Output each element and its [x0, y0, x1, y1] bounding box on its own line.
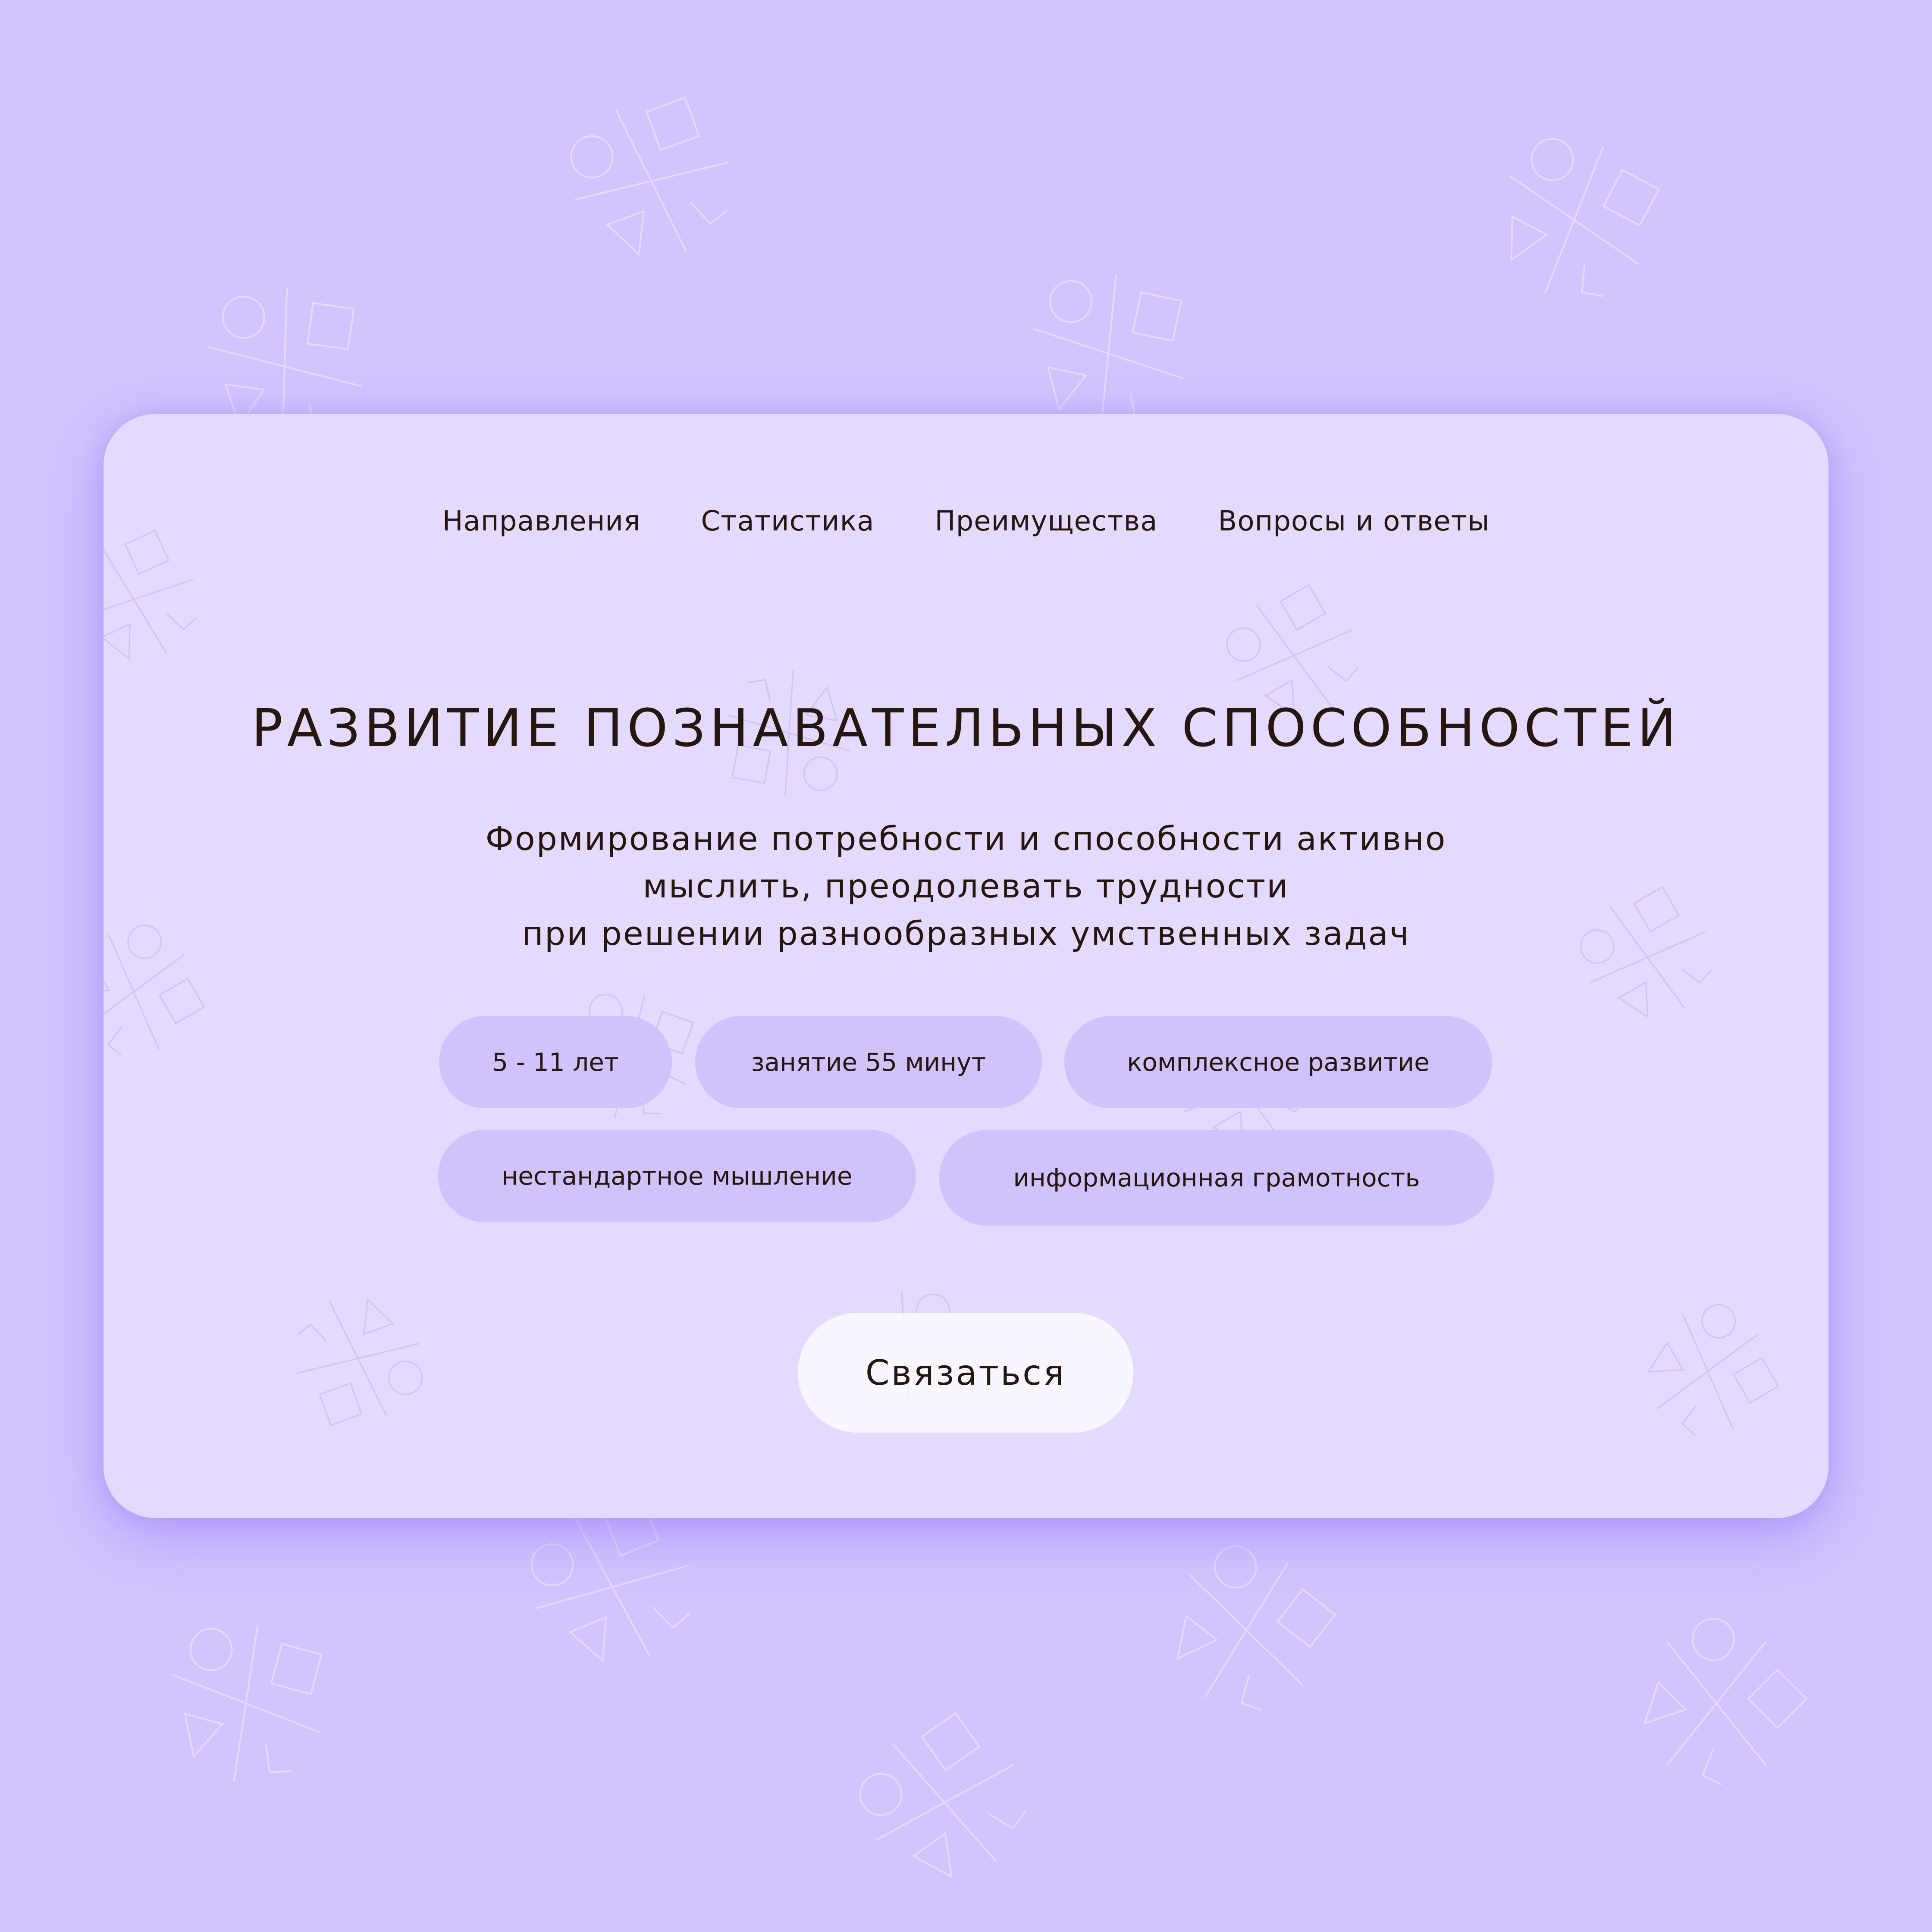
tag-complex-development: комплексное развитие — [1064, 1016, 1492, 1108]
pattern-motif-icon — [1136, 1520, 1356, 1740]
contact-button[interactable]: Связаться — [798, 1313, 1133, 1433]
hero-subtitle: Формирование потребности и способности а… — [104, 815, 1828, 957]
nav-item-directions[interactable]: Направления — [442, 505, 641, 537]
pattern-motif-icon — [551, 81, 752, 282]
nav-item-faq[interactable]: Вопросы и ответы — [1218, 505, 1490, 537]
hero-card: Направления Статистика Преимущества Вопр… — [104, 414, 1828, 1518]
subtitle-line: Формирование потребности и способности а… — [485, 819, 1447, 858]
subtitle-line: мыслить, преодолевать трудности — [643, 867, 1289, 905]
tag-age: 5 - 11 лет — [439, 1016, 672, 1108]
pattern-motif-icon — [150, 1607, 342, 1800]
nav-item-statistics[interactable]: Статистика — [701, 505, 875, 537]
pattern-motif-icon — [1606, 1593, 1826, 1813]
tag-non-standard-thinking: нестандартное мышление — [438, 1130, 916, 1222]
top-nav: Направления Статистика Преимущества Вопр… — [104, 505, 1828, 537]
nav-item-advantages[interactable]: Преимущества — [935, 505, 1158, 537]
tag-lesson-duration: занятие 55 минут — [695, 1016, 1042, 1108]
subtitle-line: при решении разнообразных умственных зад… — [522, 914, 1410, 953]
pattern-motif-icon — [835, 1694, 1054, 1912]
pattern-motif-icon — [1469, 115, 1679, 325]
page-title: РАЗВИТИЕ ПОЗНАВАТЕЛЬНЫХ СПОСОБНОСТЕЙ — [251, 699, 1681, 759]
tag-information-literacy: информационная грамотность — [939, 1130, 1494, 1226]
